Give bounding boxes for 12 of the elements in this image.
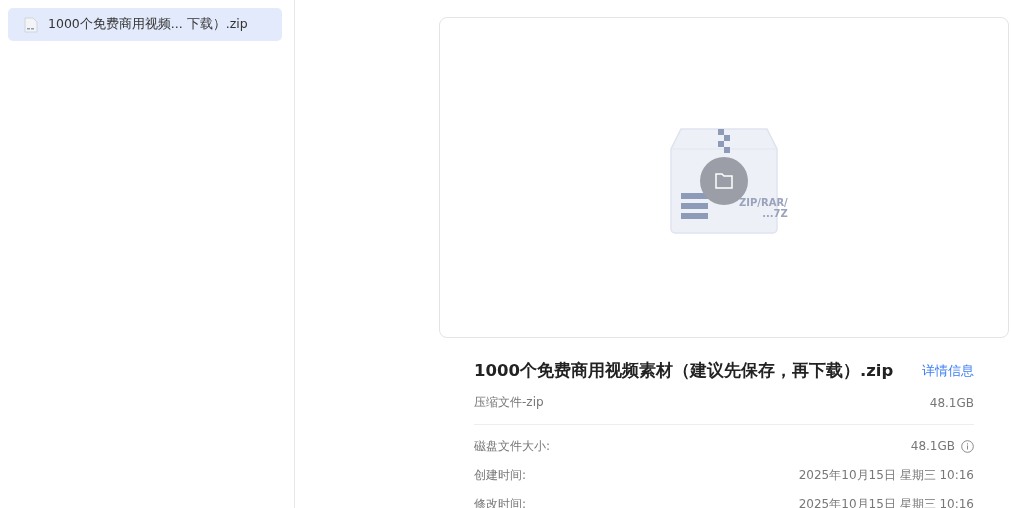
archive-type-label: ZIP/RAR/ ...7Z	[739, 196, 788, 219]
property-value: 48.1GB	[910, 439, 955, 453]
property-label: 创建时间:	[474, 466, 527, 484]
file-size: 48.1GB	[929, 395, 974, 410]
property-label: 磁盘文件大小:	[474, 437, 551, 455]
file-title: 1000个免费商用视频素材（建议先保存，再下载）.zip	[474, 360, 894, 382]
file-icon	[24, 16, 38, 33]
info-icon[interactable]	[961, 439, 974, 453]
file-list-item[interactable]: 1000个免费商用视频... 下载）.zip	[8, 8, 282, 41]
property-value: 2025年10月15日 星期三 10:16	[798, 466, 974, 484]
file-type: 压缩文件-zip	[474, 394, 544, 411]
details-link[interactable]: 详情信息	[922, 362, 974, 380]
